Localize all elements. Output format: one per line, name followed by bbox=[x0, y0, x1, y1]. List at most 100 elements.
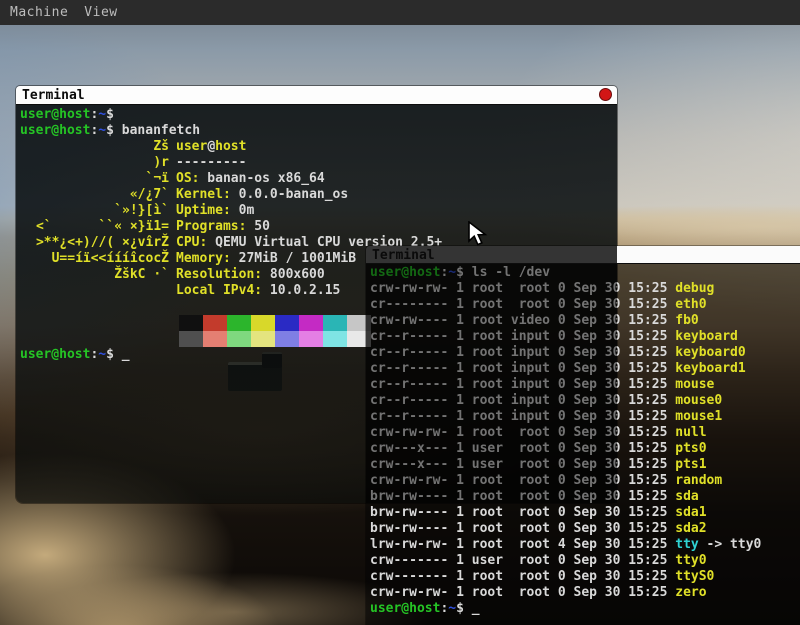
close-button[interactable] bbox=[599, 88, 612, 101]
palette-swatch bbox=[203, 315, 227, 331]
palette-swatch bbox=[203, 331, 227, 347]
terminal-window-ls[interactable]: Terminal user@host:~$ ls -l /devcrw-rw-r… bbox=[366, 246, 800, 625]
fetch-value: 800x600 bbox=[262, 267, 325, 282]
device-name: mouse1 bbox=[675, 409, 722, 424]
ls-row: cr--r----- 1 root input 0 Sep 30 15:25 m… bbox=[370, 409, 800, 425]
prompt-user: user@host bbox=[20, 347, 90, 362]
device-name: fb0 bbox=[675, 313, 698, 328]
fetch-value: banan-os x86_64 bbox=[199, 171, 324, 186]
prompt-symbol: $ bbox=[106, 107, 122, 122]
fetch-label: Uptime: bbox=[176, 203, 231, 218]
prompt-path: ~ bbox=[98, 107, 106, 122]
fetch-label: Local IPv4: bbox=[176, 283, 262, 298]
file-meta: cr--r----- 1 root input 0 Sep 30 15:25 bbox=[370, 329, 675, 344]
menu-bar: Machine View bbox=[0, 0, 800, 25]
fetch-line: `¬ïOS: banan-os x86_64 bbox=[20, 171, 617, 187]
fetch-label: Kernel: bbox=[176, 187, 231, 202]
prompt-symbol: $ bbox=[106, 347, 122, 362]
vm-screen: Machine View Terminal user@host:~$ user@h… bbox=[0, 0, 800, 625]
ls-row: crw-rw-rw- 1 root root 0 Sep 30 15:25 ze… bbox=[370, 585, 800, 601]
prompt-path: ~ bbox=[98, 123, 106, 138]
file-meta: crw---x--- 1 user root 0 Sep 30 15:25 bbox=[370, 441, 675, 456]
device-name: pts0 bbox=[675, 441, 706, 456]
palette-swatch bbox=[227, 331, 251, 347]
palette-swatch bbox=[323, 331, 347, 347]
device-name: debug bbox=[675, 281, 714, 296]
device-name: keyboard0 bbox=[675, 345, 745, 360]
terminal-line-command: user@host:~$ bananfetch bbox=[20, 123, 617, 139]
menu-item-machine[interactable]: Machine bbox=[10, 5, 68, 20]
file-meta: crw------- 1 root root 0 Sep 30 15:25 bbox=[370, 569, 675, 584]
file-meta: crw-rw-rw- 1 root root 0 Sep 30 15:25 bbox=[370, 281, 675, 296]
ls-row: cr--r----- 1 root input 0 Sep 30 15:25 m… bbox=[370, 393, 800, 409]
fetch-line: <` ``« ×}ï1=Programs: 50 bbox=[20, 219, 617, 235]
device-name: sda1 bbox=[675, 505, 706, 520]
terminal2-title-bar[interactable]: Terminal bbox=[366, 246, 800, 264]
device-name: sda2 bbox=[675, 521, 706, 536]
fetch-user: user bbox=[176, 139, 207, 154]
text-cursor: _ bbox=[122, 347, 130, 362]
ls-row: crw------- 1 user root 0 Sep 30 15:25 tt… bbox=[370, 553, 800, 569]
ascii-art: )r bbox=[20, 155, 176, 171]
fetch-at: @ bbox=[207, 139, 215, 154]
device-name: keyboard bbox=[675, 329, 738, 344]
menu-item-view[interactable]: View bbox=[84, 5, 117, 20]
device-name: null bbox=[675, 425, 706, 440]
ls-row: crw-rw-rw- 1 root root 0 Sep 30 15:25 ra… bbox=[370, 473, 800, 489]
fetch-value: 0.0.0-banan_os bbox=[231, 187, 348, 202]
terminal2-content[interactable]: user@host:~$ ls -l /devcrw-rw-rw- 1 root… bbox=[366, 264, 800, 625]
file-meta: cr--r----- 1 root input 0 Sep 30 15:25 bbox=[370, 361, 675, 376]
device-name: pts1 bbox=[675, 457, 706, 472]
text-cursor: _ bbox=[472, 601, 480, 616]
ascii-art: U==íï<<íííîcocŽ bbox=[20, 251, 176, 267]
prompt-user: user@host bbox=[370, 265, 440, 280]
prompt-symbol: $ bbox=[456, 601, 472, 616]
file-meta: cr--r----- 1 root input 0 Sep 30 15:25 bbox=[370, 409, 675, 424]
fetch-label: Memory: bbox=[176, 251, 231, 266]
symlink-target: -> tty0 bbox=[699, 537, 762, 552]
device-name: ttyS0 bbox=[675, 569, 714, 584]
fetch-value: 27MiB / 1001MiB bbox=[231, 251, 356, 266]
terminal-prompt-line: user@host:~$ _ bbox=[370, 601, 800, 617]
ls-row: cr-------- 1 root root 0 Sep 30 15:25 et… bbox=[370, 297, 800, 313]
palette-swatch bbox=[179, 315, 203, 331]
terminal1-title-bar[interactable]: Terminal bbox=[16, 86, 617, 105]
palette-swatch bbox=[275, 331, 299, 347]
mouse-pointer-icon bbox=[468, 221, 490, 249]
file-meta: lrw-rw-rw- 1 root root 4 Sep 30 15:25 bbox=[370, 537, 675, 552]
fetch-underline: --------- bbox=[176, 155, 246, 170]
device-name: mouse0 bbox=[675, 393, 722, 408]
palette-swatch bbox=[179, 331, 203, 347]
file-meta: crw---x--- 1 user root 0 Sep 30 15:25 bbox=[370, 457, 675, 472]
fetch-value: 50 bbox=[246, 219, 269, 234]
file-meta: cr--r----- 1 root input 0 Sep 30 15:25 bbox=[370, 345, 675, 360]
fetch-value: 0m bbox=[231, 203, 254, 218]
palette-swatch bbox=[251, 315, 275, 331]
prompt-path: ~ bbox=[448, 601, 456, 616]
fetch-line: `»!}[ì`Uptime: 0m bbox=[20, 203, 617, 219]
terminal-line: user@host:~$ bbox=[20, 107, 617, 123]
fetch-label: Programs: bbox=[176, 219, 246, 234]
device-name: zero bbox=[675, 585, 706, 600]
file-meta: brw-rw---- 1 root root 0 Sep 30 15:25 bbox=[370, 489, 675, 504]
file-meta: crw-rw-rw- 1 root root 0 Sep 30 15:25 bbox=[370, 585, 675, 600]
fetch-label: OS: bbox=[176, 171, 199, 186]
prompt-user: user@host bbox=[370, 601, 440, 616]
ls-row: lrw-rw-rw- 1 root root 4 Sep 30 15:25 tt… bbox=[370, 537, 800, 553]
fetch-label: CPU: bbox=[176, 235, 207, 250]
ls-row: cr--r----- 1 root input 0 Sep 30 15:25 k… bbox=[370, 345, 800, 361]
ascii-art: Zš bbox=[20, 139, 176, 155]
prompt-user: user@host bbox=[20, 107, 90, 122]
file-meta: crw------- 1 user root 0 Sep 30 15:25 bbox=[370, 553, 675, 568]
fetch-line: «/¿7`Kernel: 0.0.0-banan_os bbox=[20, 187, 617, 203]
device-name: mouse bbox=[675, 377, 714, 392]
device-name: keyboard1 bbox=[675, 361, 745, 376]
ascii-art: `¬ï bbox=[20, 171, 176, 187]
prompt-symbol: $ bbox=[456, 265, 472, 280]
device-name: tty bbox=[675, 537, 698, 552]
terminal2-title: Terminal bbox=[372, 248, 435, 263]
prompt-path: ~ bbox=[448, 265, 456, 280]
palette-swatch bbox=[299, 315, 323, 331]
command-text: ls -l /dev bbox=[472, 265, 550, 280]
fetch-line: Zšuser@host bbox=[20, 139, 617, 155]
